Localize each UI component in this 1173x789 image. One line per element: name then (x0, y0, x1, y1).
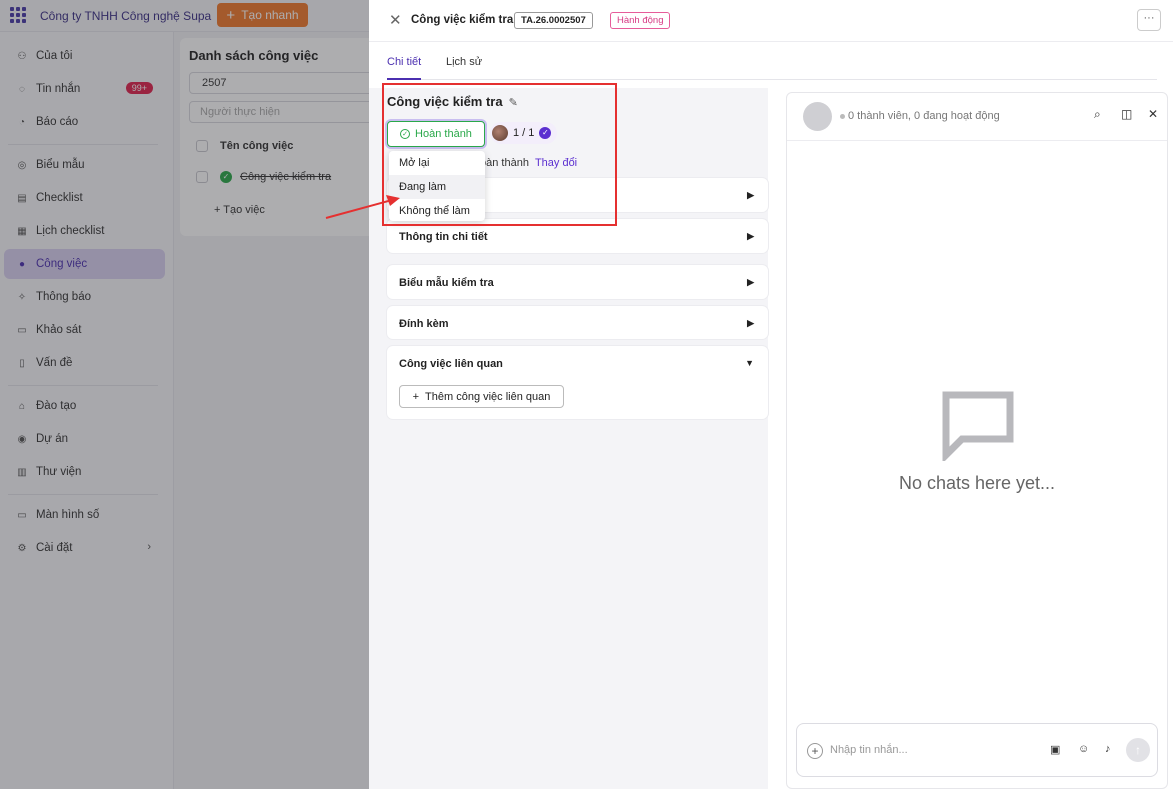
section-attachments[interactable]: Đính kèm ▶ (387, 306, 768, 339)
more-options-button[interactable]: ··· (1137, 9, 1161, 31)
caret-down-icon[interactable]: ▼ (745, 358, 754, 368)
add-related-label: Thêm công việc liên quan (425, 390, 551, 403)
section-label: Thông tin chi tiết (399, 231, 488, 243)
empty-chat-text: No chats here yet... (898, 473, 1056, 493)
message-input[interactable]: Nhập tin nhắn... (830, 744, 908, 756)
drawer-title: Công việc kiểm tra (411, 14, 514, 26)
annotation-arrow-icon (325, 195, 400, 219)
tab-details[interactable]: Chi tiết (387, 56, 422, 80)
microphone-icon[interactable]: ♪ (1105, 743, 1111, 755)
drawer-header: ✕ Công việc kiểm tra TA.26.0002507 Hành … (369, 0, 1173, 42)
annotation-highlight-box (382, 83, 617, 226)
empty-chat-icon (942, 391, 1014, 461)
section-label: Công việc liên quan (399, 358, 503, 370)
caret-right-icon: ▶ (747, 231, 754, 241)
add-related-task-button[interactable]: + Thêm công việc liên quan (399, 385, 564, 408)
close-icon[interactable]: ✕ (389, 11, 402, 29)
image-icon[interactable]: ▣ (1050, 743, 1060, 756)
plus-icon: + (412, 390, 420, 403)
task-code-tag: TA.26.0002507 (514, 12, 593, 29)
avatar (803, 102, 832, 131)
search-icon[interactable]: ⌕ (1094, 107, 1101, 122)
send-button[interactable]: ↑ (1126, 738, 1150, 762)
section-label: Đính kèm (399, 318, 449, 330)
modal-overlay[interactable] (0, 0, 369, 789)
close-icon[interactable]: ✕ (1148, 107, 1158, 121)
action-tag[interactable]: Hành động (610, 12, 671, 29)
tab-history[interactable]: Lịch sử (446, 56, 482, 74)
section-label: Biểu mẫu kiểm tra (399, 277, 494, 289)
chat-header: 0 thành viên, 0 đang hoạt động ⌕ ◫ ✕ (787, 93, 1167, 141)
caret-right-icon: ▶ (747, 190, 754, 200)
chat-meta-text: 0 thành viên, 0 đang hoạt động (848, 110, 1000, 122)
section-related-tasks: Công việc liên quan ▼ + Thêm công việc l… (387, 346, 768, 419)
section-inspection-forms[interactable]: Biểu mẫu kiểm tra ▶ (387, 265, 768, 299)
chat-panel: 0 thành viên, 0 đang hoạt động ⌕ ◫ ✕ No … (786, 92, 1168, 789)
chat-members-info: 0 thành viên, 0 đang hoạt động (840, 110, 1000, 122)
caret-right-icon: ▶ (747, 277, 754, 287)
split-view-icon[interactable]: ◫ (1121, 107, 1132, 121)
add-attachment-icon[interactable]: + (807, 743, 823, 759)
message-composer: + Nhập tin nhắn... ▣ ☺ ♪ ↑ (796, 723, 1158, 777)
drawer-tabs: Chi tiết Lịch sử (387, 56, 1157, 80)
emoji-icon[interactable]: ☺ (1078, 743, 1089, 755)
caret-right-icon: ▶ (747, 318, 754, 328)
